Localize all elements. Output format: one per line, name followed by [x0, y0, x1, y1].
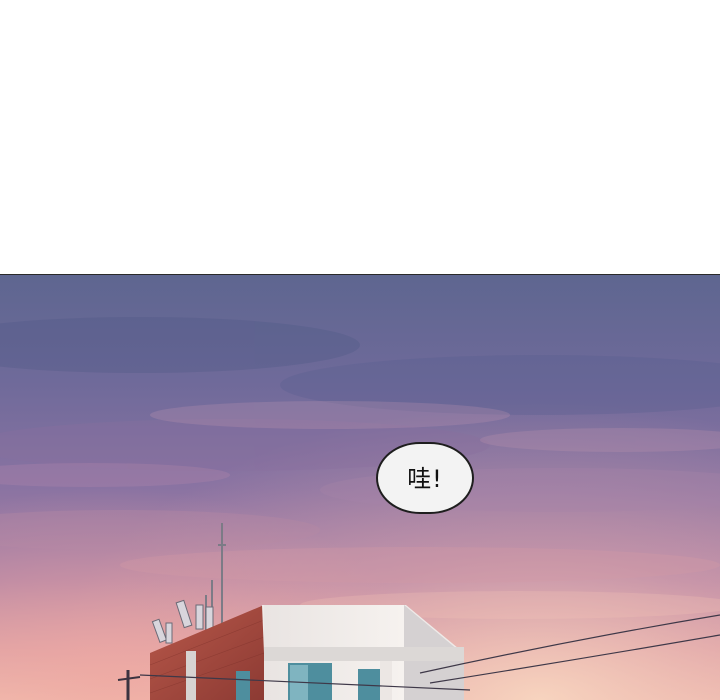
comic-panel-sunset-sky	[0, 274, 720, 700]
speech-bubble-text: 哇!	[407, 464, 443, 493]
comic-page: 哇!	[0, 0, 720, 700]
speech-bubble: 哇!	[376, 442, 474, 514]
sunset-scene	[0, 275, 720, 700]
blank-gutter	[0, 0, 720, 274]
